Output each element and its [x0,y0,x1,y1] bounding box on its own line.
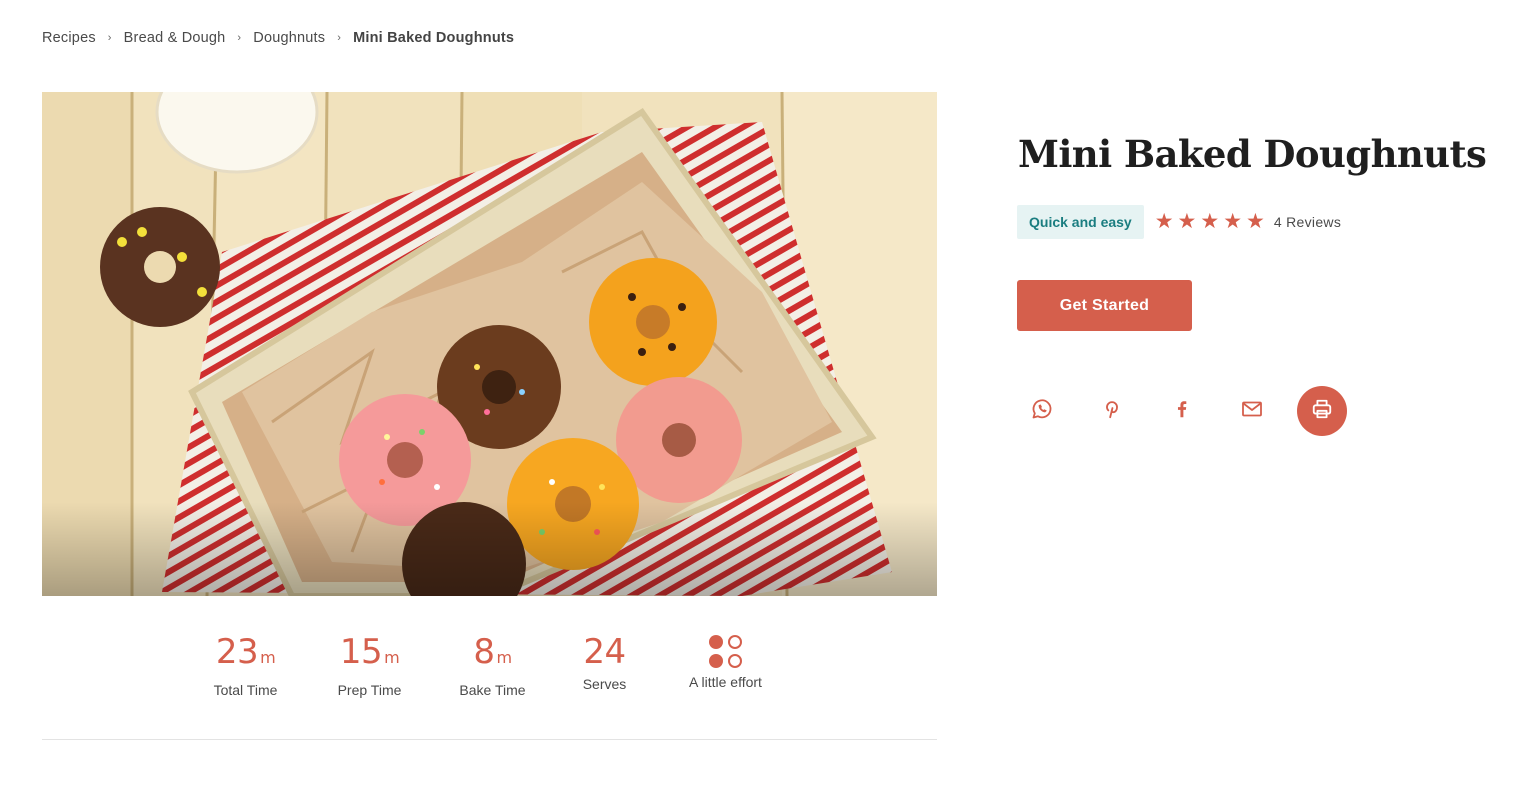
stat-serves: 24 Serves [554,630,656,698]
stat-prep-time: 15 m Prep Time [308,630,432,698]
breadcrumb-separator: › [237,32,242,44]
share-email-button[interactable] [1227,386,1277,436]
email-icon [1240,397,1264,426]
stat-effort-label: A little effort [689,674,762,690]
recipe-hero-image [42,92,937,596]
stat-total-time-label: Total Time [213,682,278,698]
star-icon: ★ [1177,210,1197,233]
whatsapp-icon [1030,397,1054,426]
pinterest-icon [1101,398,1123,425]
section-divider [42,739,937,740]
rating-stars[interactable]: ★ ★ ★ ★ ★ [1154,210,1265,233]
stat-unit: m [496,648,513,667]
stat-prep-time-value: 15 [339,632,383,672]
share-whatsapp-button[interactable] [1017,386,1067,436]
stat-unit: m [384,648,400,667]
breadcrumb: Recipes › Bread & Dough › Doughnuts › Mi… [42,30,514,46]
get-started-button[interactable]: Get Started [1017,280,1192,331]
breadcrumb-link-bread-dough[interactable]: Bread & Dough [124,30,226,46]
breadcrumb-separator: › [337,32,342,44]
stat-bake-time-value: 8 [473,632,495,672]
stat-serves-label: Serves [582,676,627,692]
print-button[interactable] [1297,386,1347,436]
star-icon: ★ [1246,210,1265,233]
star-icon: ★ [1200,210,1220,233]
share-facebook-button[interactable] [1157,386,1207,436]
breadcrumb-link-recipes[interactable]: Recipes [42,30,96,46]
breadcrumb-separator: › [107,32,112,44]
reviews-link[interactable]: 4 Reviews [1274,214,1341,230]
star-icon: ★ [1223,210,1243,233]
stat-total-time: 23 m Total Time [184,630,308,698]
print-icon [1311,398,1333,425]
stat-unit: m [260,648,276,667]
quick-easy-tag[interactable]: Quick and easy [1017,205,1144,239]
star-icon: ★ [1154,210,1174,233]
facebook-icon [1171,398,1193,425]
stat-effort: A little effort [656,630,796,698]
stat-bake-time-label: Bake Time [459,682,526,698]
breadcrumb-link-doughnuts[interactable]: Doughnuts [253,30,325,46]
stat-total-time-value: 23 [215,632,259,672]
share-pinterest-button[interactable] [1087,386,1137,436]
stat-bake-time: 8m Bake Time [432,630,554,698]
effort-level-icon [708,635,743,669]
stat-serves-value: 24 [583,632,626,672]
recipe-stats: 23 m Total Time 15 m Prep Time 8m Bake Tim… [42,630,937,698]
breadcrumb-current: Mini Baked Doughnuts [353,30,515,46]
share-bar [1017,386,1347,436]
recipe-meta: Quick and easy ★ ★ ★ ★ ★ 4 Reviews [1017,205,1341,239]
recipe-title: Mini Baked Doughnuts [1018,132,1487,176]
stat-prep-time-label: Prep Time [337,682,402,698]
